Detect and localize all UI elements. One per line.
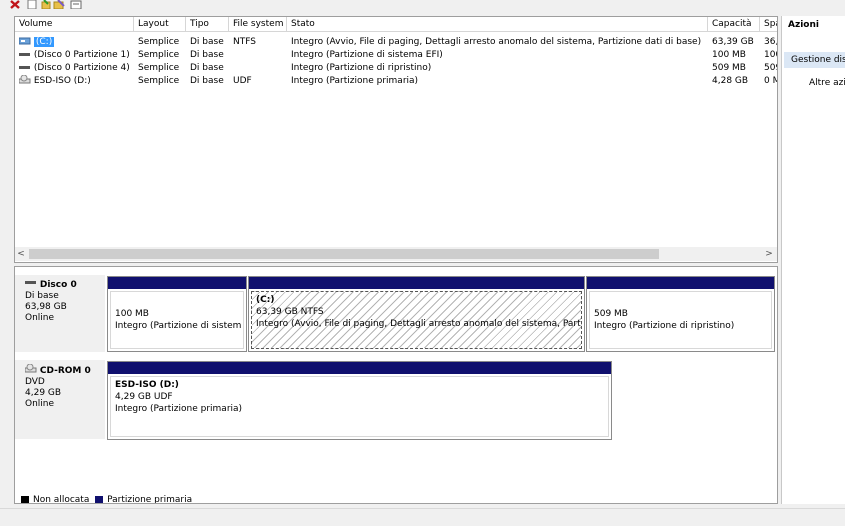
partition-status: Integro (Partizione di sistem — [115, 321, 242, 331]
disk-0-label[interactable]: Disco 0 Di base 63,98 GB Online — [15, 275, 105, 353]
volume-list: Volume Layout Tipo File system Stato Cap… — [14, 16, 778, 263]
partition-size: 509 MB — [594, 309, 628, 319]
partition-c[interactable]: (C:) 63,39 GB NTFS Integro (Avvio, File … — [248, 276, 585, 352]
volume-name: (Disco 0 Partizione 1) — [33, 50, 130, 60]
volume-fs: NTFS — [233, 37, 256, 47]
volume-capacita: 100 MB — [712, 50, 746, 60]
volume-icon — [18, 37, 31, 45]
partition-status: Integro (Partizione di ripristino) — [594, 321, 735, 331]
disk-name: CD-ROM 0 — [39, 366, 91, 376]
partition-title: ESD-ISO (D:) — [115, 380, 179, 390]
page-icon[interactable] — [27, 0, 37, 9]
partition-esd-iso[interactable]: ESD-ISO (D:) 4,29 GB UDF Integro (Partiz… — [107, 361, 612, 440]
volume-name: (C:) — [33, 37, 55, 47]
actions-group-gestione-disco[interactable]: Gestione disco — [784, 52, 845, 68]
column-tipo[interactable]: Tipo — [186, 17, 229, 31]
legend-swatch-primary — [95, 495, 104, 503]
scroll-right-icon[interactable]: > — [763, 247, 775, 261]
volume-capacita: 63,39 GB — [712, 37, 754, 47]
scroll-thumb[interactable] — [29, 249, 659, 259]
partition-status: Integro (Avvio, File di paging, Dettagli… — [256, 319, 582, 329]
volume-stato: Integro (Partizione primaria) — [291, 76, 419, 86]
volume-fs: UDF — [233, 76, 252, 86]
partition-size: 4,29 GB UDF — [115, 392, 173, 402]
volume-fs — [229, 49, 287, 61]
volume-tipo: Di base — [190, 76, 224, 86]
disk-size: 63,98 GB — [25, 302, 67, 312]
partition-bar — [249, 277, 584, 289]
volume-tipo: Di base — [190, 50, 224, 60]
actions-title: Azioni — [788, 20, 819, 30]
cdrom-0-label[interactable]: CD-ROM 0 DVD 4,29 GB Online — [15, 360, 105, 440]
legend: Non allocata Partizione primaria — [21, 495, 193, 504]
column-spazio[interactable]: Spa — [760, 17, 777, 31]
volume-row-partizione-1[interactable]: (Disco 0 Partizione 1) Semplice Di base … — [15, 49, 777, 61]
horizontal-scrollbar[interactable]: < > — [15, 247, 777, 261]
cdrom-icon — [24, 363, 37, 373]
actions-pane: Azioni Gestione disco Altre azioni — [781, 16, 845, 504]
volume-list-header: Volume Layout Tipo File system Stato Cap… — [15, 17, 777, 32]
partition-bar — [587, 277, 774, 289]
volume-fs — [229, 62, 287, 74]
volume-spazio: 36,( — [764, 37, 777, 47]
partition-bar — [108, 362, 611, 374]
disk-status: Online — [25, 399, 55, 409]
volume-layout: Semplice — [138, 76, 180, 86]
volume-row-c[interactable]: (C:) Semplice Di base NTFS Integro (Avvi… — [15, 36, 777, 48]
column-layout[interactable]: Layout — [134, 17, 186, 31]
legend-swatch-unallocated — [21, 495, 29, 503]
folder-icon[interactable] — [41, 0, 51, 9]
disk-status: Online — [25, 313, 55, 323]
scroll-left-icon[interactable]: < — [15, 247, 27, 261]
legend-label-unallocated: Non allocata — [33, 495, 90, 504]
disk-type: Di base — [25, 291, 59, 301]
volume-icon — [19, 66, 30, 69]
volume-name: ESD-ISO (D:) — [33, 76, 91, 86]
volume-icon — [19, 53, 30, 56]
volume-tipo: Di base — [190, 37, 224, 47]
volume-name: (Disco 0 Partizione 4) — [33, 63, 130, 73]
partition-title: (C:) — [256, 295, 275, 305]
volume-spazio: 0 M — [764, 76, 777, 86]
volume-stato: Integro (Partizione di ripristino) — [291, 63, 432, 73]
volume-layout: Semplice — [138, 37, 180, 47]
column-stato[interactable]: Stato — [287, 17, 708, 31]
volume-stato: Integro (Partizione di sistema EFI) — [291, 50, 443, 60]
volume-layout: Semplice — [138, 63, 180, 73]
partition-bar — [108, 277, 246, 289]
delete-icon[interactable] — [10, 0, 20, 9]
column-volume[interactable]: Volume — [15, 17, 134, 31]
column-capacita[interactable]: Capacità — [708, 17, 760, 31]
disk-name: Disco 0 — [39, 280, 77, 290]
disk-type: DVD — [25, 377, 45, 387]
volume-row-esd-iso[interactable]: ESD-ISO (D:) Semplice Di base UDF Integr… — [15, 75, 777, 87]
disk-icon — [25, 281, 36, 284]
partition-recovery[interactable]: 509 MB Integro (Partizione di ripristino… — [586, 276, 775, 352]
status-bar — [0, 508, 845, 526]
volume-layout: Semplice — [138, 50, 180, 60]
wizard-icon[interactable] — [53, 0, 65, 9]
partition-status: Integro (Partizione primaria) — [115, 404, 243, 414]
volume-capacita: 4,28 GB — [712, 76, 749, 86]
legend-label-primary: Partizione primaria — [107, 495, 193, 504]
partition-size: 63,39 GB NTFS — [256, 307, 324, 317]
cdrom-icon — [18, 75, 31, 84]
disk-map: Disco 0 Di base 63,98 GB Online 100 MB I… — [14, 266, 778, 504]
more-actions-link[interactable]: Altre azioni — [809, 78, 845, 88]
volume-spazio: 100 — [764, 50, 777, 60]
list-icon[interactable] — [70, 0, 82, 9]
toolbar — [0, 0, 845, 9]
disk-size: 4,29 GB — [25, 388, 62, 398]
volume-stato: Integro (Avvio, File di paging, Dettagli… — [291, 37, 702, 47]
volume-row-partizione-4[interactable]: (Disco 0 Partizione 4) Semplice Di base … — [15, 62, 777, 74]
column-file-system[interactable]: File system — [229, 17, 287, 31]
partition-efi[interactable]: 100 MB Integro (Partizione di sistem — [107, 276, 247, 352]
volume-capacita: 509 MB — [712, 63, 746, 73]
volume-spazio: 509 — [764, 63, 777, 73]
partition-size: 100 MB — [115, 309, 149, 319]
volume-tipo: Di base — [190, 63, 224, 73]
